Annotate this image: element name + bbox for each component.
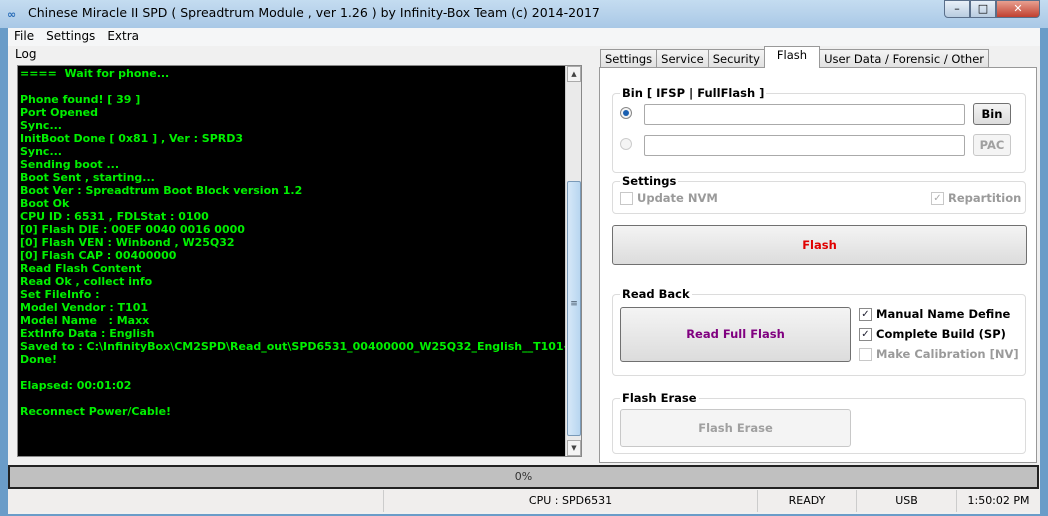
pac-button[interactable]: PAC [973,134,1011,156]
bin-group: Bin [ IFSP | FullFlash ] Bin PAC [612,86,1026,173]
bin-path-input[interactable] [644,104,965,125]
scroll-up-icon[interactable]: ▲ [567,66,581,82]
log-line: InitBoot Done [ 0x81 ] , Ver : SPRD3 [20,132,244,145]
update-nvm-checkbox[interactable]: Update NVM [620,191,718,205]
readback-group-label: Read Back [620,287,692,301]
app-icon: ∞ [7,8,17,21]
flash-panel: Bin [ IFSP | FullFlash ] Bin PAC Setting… [599,67,1037,463]
close-button[interactable]: ✕ [996,0,1040,18]
log-line: Set FileInfo : [20,288,100,301]
settings-group-label: Settings [620,174,679,188]
flash-button[interactable]: Flash [612,225,1027,265]
menu-file[interactable]: File [8,28,40,46]
repartition-checkbox[interactable]: ✓ Repartition [931,191,1021,205]
log-text: ==== Wait for phone... Phone found! [ 39 … [20,67,568,418]
log-line: Model Vendor : T101 [20,301,149,314]
scroll-thumb[interactable]: ≡ [567,181,581,436]
bin-radio[interactable] [620,107,632,119]
tab-settings[interactable]: Settings [600,49,658,68]
flash-erase-button[interactable]: Flash Erase [620,409,851,447]
pac-path-input[interactable] [644,135,965,156]
tab-security[interactable]: Security [707,49,765,68]
tab-user-data[interactable]: User Data / Forensic / Other [819,49,990,68]
read-full-flash-button[interactable]: Read Full Flash [620,307,851,362]
log-line: ==== Wait for phone... [20,67,170,80]
checkbox-icon [859,347,872,361]
log-line: Read Flash Content [20,262,142,275]
menu-bar: File Settings Extra [8,28,1040,46]
progress-text: 0% [514,470,533,483]
flash-erase-group-label: Flash Erase [620,391,699,405]
bin-button[interactable]: Bin [973,103,1011,125]
flash-erase-group: Flash Erase Flash Erase [612,391,1026,454]
status-cpu: CPU : SPD6531 [384,490,758,512]
manual-name-label: Manual Name Define [876,307,1011,321]
maximize-button[interactable]: □ [970,0,996,18]
update-nvm-label: Update NVM [637,191,718,205]
main-window: File Settings Extra Log ==== Wait for ph… [8,28,1040,514]
checkbox-icon [620,191,633,205]
menu-extra[interactable]: Extra [101,28,145,46]
progress-bar: 0% [8,465,1039,489]
status-empty [8,490,384,512]
status-bar: CPU : SPD6531 READY USB 1:50:02 PM [8,490,1040,512]
complete-build-label: Complete Build (SP) [876,327,1006,341]
log-line: Boot Sent , starting... [20,171,155,184]
make-calibration-label: Make Calibration [NV] [876,347,1019,361]
pac-radio[interactable] [620,138,632,150]
log-line: Sync... [20,145,62,158]
manual-name-checkbox[interactable]: ✓ Manual Name Define [859,307,1010,321]
make-calibration-checkbox[interactable]: Make Calibration [NV] [859,347,1019,361]
menu-settings[interactable]: Settings [40,28,101,46]
log-line: [0] Flash DIE : 00EF 0040 0016 0000 [20,223,245,236]
log-line: Port Opened [20,106,98,119]
log-line: Model Name : Maxx [20,314,150,327]
log-line: Boot Ok [20,197,70,210]
log-line: [0] Flash CAP : 00400000 [20,249,177,262]
readback-group: Read Back Read Full Flash ✓ Manual Name D… [612,287,1026,376]
log-line: Done! [20,353,57,366]
settings-group: Settings Update NVM ✓ Repartition [612,174,1026,214]
log-line: Read Ok , collect info [20,275,153,288]
log-line: CPU ID : 6531 , FDLStat : 0100 [20,210,209,223]
log-line: Sync... [20,119,62,132]
check-icon: ✓ [931,191,944,205]
scroll-down-icon[interactable]: ▼ [567,440,581,456]
log-label: Log [15,47,37,61]
log-line: Elapsed: 00:01:02 [20,379,132,392]
window-title: Chinese Miracle II SPD ( Spreadtrum Modu… [28,5,600,20]
tab-flash[interactable]: Flash [763,46,821,68]
check-icon: ✓ [859,307,872,321]
bin-group-label: Bin [ IFSP | FullFlash ] [620,86,767,100]
tab-strip: Settings Service Security Flash User Dat… [600,46,990,68]
complete-build-checkbox[interactable]: ✓ Complete Build (SP) [859,327,1006,341]
check-icon: ✓ [859,327,872,341]
repartition-label: Repartition [948,191,1022,205]
status-state: READY [758,490,857,512]
log-line: Phone found! [ 39 ] [20,93,141,106]
log-scrollbar[interactable]: ▲ ≡ ▼ [565,66,581,456]
log-output[interactable]: ==== Wait for phone... Phone found! [ 39 … [17,65,582,457]
log-line: Sending boot ... [20,158,120,171]
log-line: [0] Flash VEN : Winbond , W25Q32 [20,236,235,249]
log-line: Boot Ver : Spreadtrum Boot Block version… [20,184,303,197]
log-line: ExtInfo Data : English [20,327,155,340]
log-line: Saved to : C:\InfinityBox\CM2SPD\Read_ou… [20,340,568,353]
title-bar: ∞ Chinese Miracle II SPD ( Spreadtrum Mo… [0,0,1048,28]
minimize-button[interactable]: – [944,0,970,18]
status-time: 1:50:02 PM [967,494,1030,507]
status-connection: USB [857,490,957,512]
log-line: Reconnect Power/Cable! [20,405,172,418]
tab-service[interactable]: Service [656,49,709,68]
